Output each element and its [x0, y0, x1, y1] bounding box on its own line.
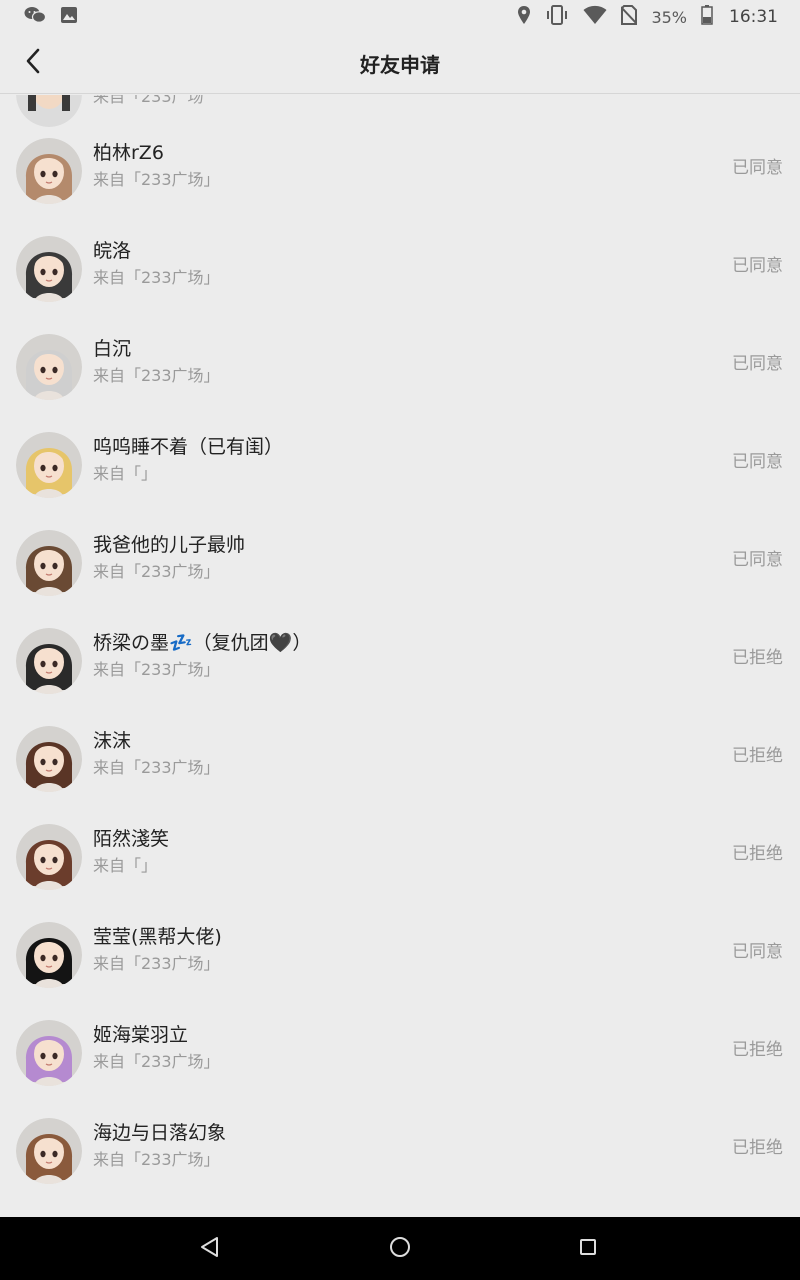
- requester-name: 呜呜睡不着（已有闺）: [93, 436, 284, 458]
- back-button[interactable]: [18, 48, 48, 78]
- page-title: 好友申请: [360, 53, 440, 77]
- request-source: 来自「」: [93, 464, 158, 483]
- friend-request-list[interactable]: 来自「233广场 柏林rZ6 来自「233广场」 已同意 皖洛 来自「233广场」 已同意…: [0, 95, 800, 1217]
- list-item[interactable]: 莹莹(黑帮大佬) 来自「233广场」 已同意: [0, 908, 800, 1006]
- list-item[interactable]: 白沉来自「233广场」 已同意: [0, 320, 800, 418]
- avatar[interactable]: [16, 1020, 82, 1086]
- list-item[interactable]: 呜呜睡不着（已有闺） 来自「」 已同意: [0, 418, 800, 516]
- avatar: [16, 95, 82, 127]
- avatar[interactable]: [16, 236, 82, 302]
- request-status: 已拒绝: [732, 1040, 783, 1060]
- request-source: 来自「」: [93, 856, 158, 875]
- status-bar: 35% 16:31: [0, 0, 800, 34]
- request-status: 已同意: [732, 256, 783, 276]
- requester-name: 桥梁の墨💤（复仇团🖤）: [93, 632, 312, 654]
- request-status: 已同意: [732, 452, 783, 472]
- requester-name: 沫沫: [93, 730, 132, 752]
- list-item[interactable]: 来自「233广场: [0, 95, 800, 127]
- requester-name: 陌然淺笑: [93, 828, 170, 850]
- requester-name: 我爸他的儿子最帅: [93, 534, 246, 556]
- square-recents-icon: [578, 1237, 598, 1261]
- list-item[interactable]: 柏林rZ6 来自「233广场」 已同意: [0, 124, 800, 222]
- list-item[interactable]: 我爸他的儿子最帅 来自「233广场」 已同意: [0, 516, 800, 614]
- no-sim-icon: [620, 4, 639, 30]
- request-status: 已同意: [732, 942, 783, 962]
- list-item[interactable]: 桥梁の墨💤（复仇团🖤） 来自「233广场」 已拒绝: [0, 614, 800, 712]
- list-item[interactable]: 皖洛来自「233广场」 已同意: [0, 222, 800, 320]
- clock: 16:31: [729, 7, 778, 27]
- list-item[interactable]: 陌然淺笑来自「」 已拒绝: [0, 810, 800, 908]
- list-item[interactable]: 海边与日落幻象 来自「233广场」 已拒绝: [0, 1104, 800, 1202]
- avatar[interactable]: [16, 432, 82, 498]
- wifi-icon: [583, 5, 607, 30]
- circle-home-icon: [389, 1236, 411, 1262]
- nav-back-button[interactable]: [197, 1237, 221, 1261]
- list-item[interactable]: 沫沫来自「233广场」 已拒绝: [0, 712, 800, 810]
- request-source: 来自「233广场」: [93, 366, 220, 385]
- page-header: 好友申请: [0, 34, 800, 94]
- image-icon: [60, 6, 78, 29]
- avatar[interactable]: [16, 138, 82, 204]
- requester-name: 白沉: [93, 338, 132, 360]
- nav-home-button[interactable]: [388, 1237, 412, 1261]
- requester-name: 莹莹(黑帮大佬): [93, 926, 222, 948]
- location-icon: [517, 5, 531, 30]
- request-source: 来自「233广场: [93, 95, 204, 106]
- request-status: 已拒绝: [732, 1138, 783, 1158]
- navigation-bar: [0, 1217, 800, 1280]
- battery-icon: [701, 4, 713, 30]
- nav-recents-button[interactable]: [576, 1237, 600, 1261]
- request-status: 已同意: [732, 354, 783, 374]
- request-source: 来自「233广场」: [93, 660, 220, 679]
- wechat-icon: [24, 6, 47, 29]
- requester-name: 柏林rZ6: [93, 142, 164, 164]
- request-source: 来自「233广场」: [93, 170, 220, 189]
- avatar[interactable]: [16, 1118, 82, 1184]
- request-source: 来自「233广场」: [93, 562, 220, 581]
- avatar[interactable]: [16, 726, 82, 792]
- status-bar-left: [24, 6, 78, 29]
- avatar[interactable]: [16, 628, 82, 694]
- request-source: 来自「233广场」: [93, 1052, 220, 1071]
- avatar[interactable]: [16, 530, 82, 596]
- requester-name: 姬海棠羽立: [93, 1024, 189, 1046]
- request-status: 已同意: [732, 550, 783, 570]
- avatar[interactable]: [16, 922, 82, 988]
- avatar[interactable]: [16, 334, 82, 400]
- request-source: 来自「233广场」: [93, 268, 220, 287]
- request-source: 来自「233广场」: [93, 954, 220, 973]
- requester-name: 海边与日落幻象: [93, 1122, 227, 1144]
- battery-percent: 35%: [651, 7, 687, 27]
- status-bar-right: 35% 16:31: [517, 4, 778, 30]
- request-status: 已同意: [732, 158, 783, 178]
- list-item[interactable]: 姬海棠羽立来自「233广场」 已拒绝: [0, 1006, 800, 1104]
- vibrate-icon: [545, 4, 569, 30]
- request-source: 来自「233广场」: [93, 758, 220, 777]
- request-status: 已拒绝: [732, 746, 783, 766]
- avatar[interactable]: [16, 824, 82, 890]
- chevron-left-icon: [25, 48, 41, 78]
- triangle-back-icon: [199, 1236, 219, 1262]
- request-status: 已拒绝: [732, 648, 783, 668]
- request-source: 来自「233广场」: [93, 1150, 220, 1169]
- requester-name: 皖洛: [93, 240, 132, 262]
- request-status: 已拒绝: [732, 844, 783, 864]
